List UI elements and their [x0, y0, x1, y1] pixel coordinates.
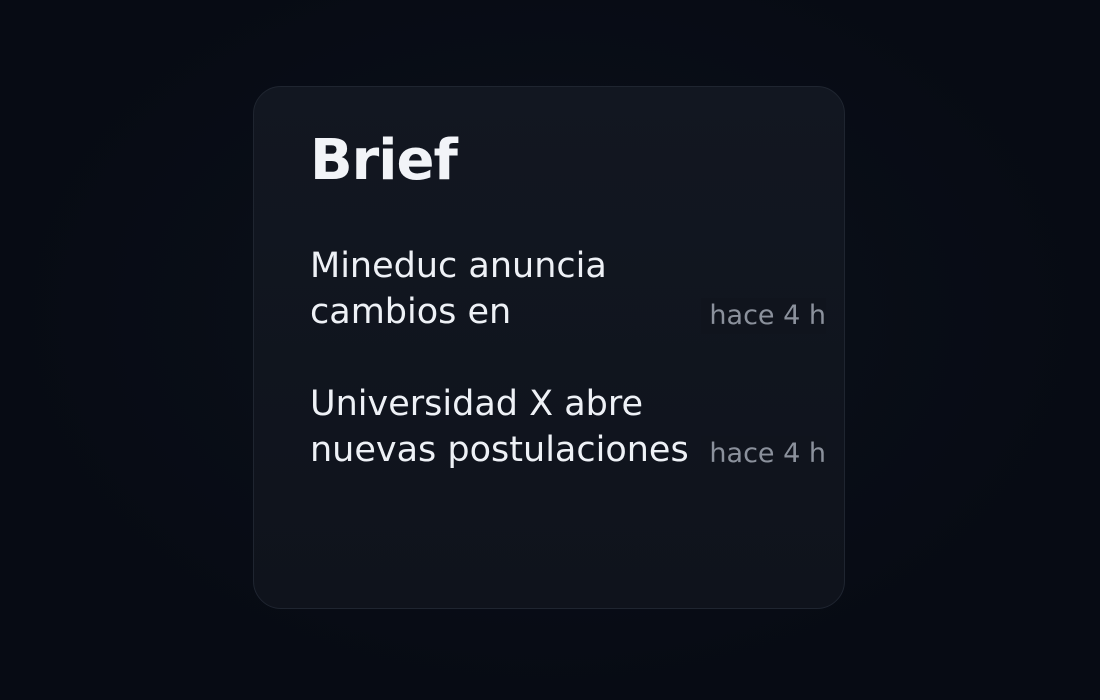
news-timestamp: hace 4 h	[701, 436, 826, 472]
screen-background: Brief Mineduc anuncia cambios en asignac…	[0, 0, 1100, 700]
news-timestamp: hace 4 h	[701, 298, 826, 334]
card-title: Brief	[310, 128, 458, 193]
news-list: Mineduc anuncia cambios en asignacción h…	[310, 243, 826, 519]
news-headline[interactable]: Mineduc anuncia cambios en asignacción	[310, 243, 690, 335]
brief-card: Brief Mineduc anuncia cambios en asignac…	[253, 86, 845, 609]
news-headline[interactable]: Universidad X abre nuevas postulaciones	[310, 381, 690, 473]
news-item[interactable]: Universidad X abre nuevas postulaciones …	[310, 381, 826, 519]
news-item[interactable]: Mineduc anuncia cambios en asignacción h…	[310, 243, 826, 381]
